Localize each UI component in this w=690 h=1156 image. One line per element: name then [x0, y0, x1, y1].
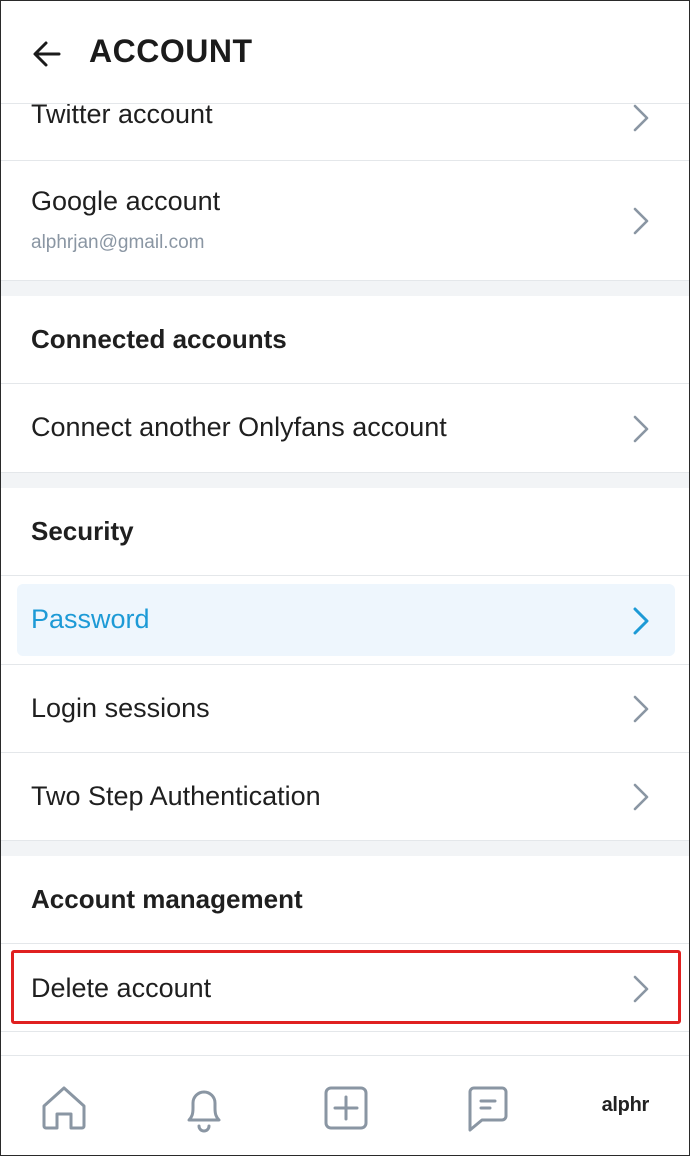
section-divider	[1, 841, 689, 856]
annotation-highlight-box	[11, 950, 681, 1024]
app-header: ACCOUNT	[1, 1, 689, 104]
arrow-left-icon[interactable]	[31, 38, 63, 70]
section-divider	[1, 281, 689, 296]
message-icon[interactable]	[462, 1082, 514, 1134]
chevron-right-icon	[633, 104, 649, 132]
plus-square-icon[interactable]	[320, 1082, 372, 1134]
settings-row-password[interactable]: Password	[1, 576, 689, 665]
section-title: Account management	[31, 884, 303, 914]
chevron-right-icon	[633, 695, 649, 723]
app-screen: ACCOUNT Twitter account Google account a…	[0, 0, 690, 1156]
google-email: alphrjan@gmail.com	[31, 232, 205, 253]
chevron-right-icon	[633, 783, 649, 811]
page-title: ACCOUNT	[89, 33, 253, 69]
section-header-connected-accounts: Connected accounts	[1, 296, 689, 384]
section-title: Security	[31, 516, 134, 546]
chevron-right-icon	[633, 207, 649, 235]
chevron-right-icon	[633, 415, 649, 443]
bottom-navigation: alphr	[1, 1055, 689, 1155]
section-header-account-management: Account management	[1, 856, 689, 944]
row-label: Login sessions	[31, 693, 210, 723]
settings-row-connect-another[interactable]: Connect another Onlyfans account	[1, 384, 689, 473]
section-title: Connected accounts	[31, 324, 287, 354]
settings-row-login-sessions[interactable]: Login sessions	[1, 665, 689, 753]
row-label: Connect another Onlyfans account	[31, 412, 447, 442]
bell-icon[interactable]	[178, 1082, 230, 1134]
section-divider	[1, 473, 689, 488]
section-header-security: Security	[1, 488, 689, 576]
chevron-right-icon	[633, 607, 649, 635]
row-label: Google account	[31, 186, 221, 216]
settings-row-two-step[interactable]: Two Step Authentication	[1, 753, 689, 841]
settings-row-google[interactable]: Google account alphrjan@gmail.com	[1, 161, 689, 281]
row-label: Two Step Authentication	[31, 781, 321, 811]
watermark-logo: alphr	[601, 1094, 650, 1116]
home-icon[interactable]	[38, 1082, 90, 1134]
row-label: Password	[31, 604, 150, 634]
